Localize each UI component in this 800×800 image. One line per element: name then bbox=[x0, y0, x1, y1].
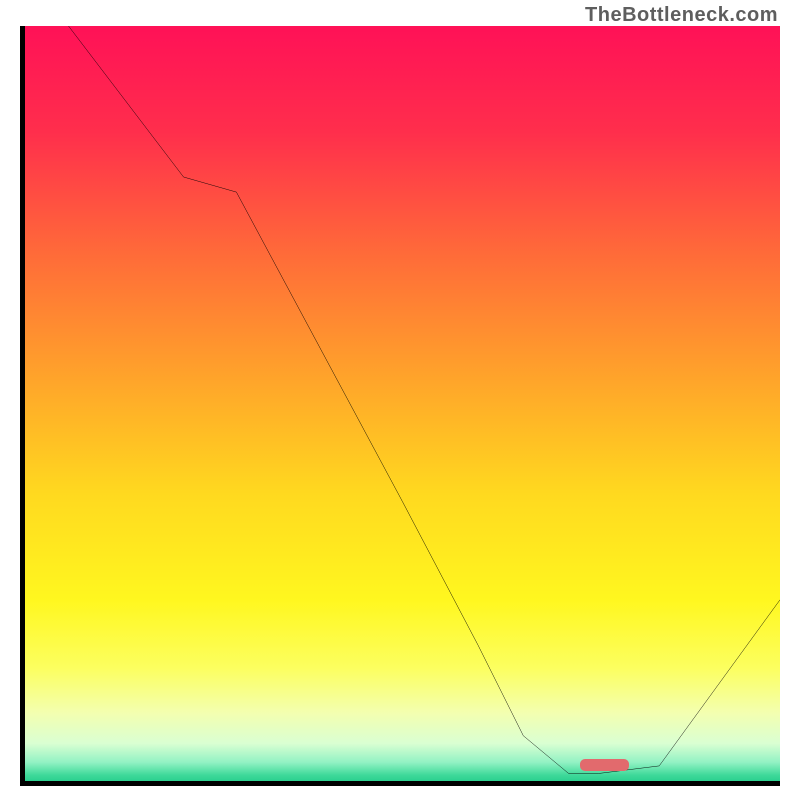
watermark-text: TheBottleneck.com bbox=[585, 4, 778, 27]
chart-svg bbox=[25, 26, 780, 781]
bottleneck-chart: TheBottleneck.com bbox=[0, 0, 800, 800]
gradient-background bbox=[25, 26, 780, 781]
optimal-marker bbox=[580, 759, 629, 771]
plot-area bbox=[20, 26, 780, 786]
